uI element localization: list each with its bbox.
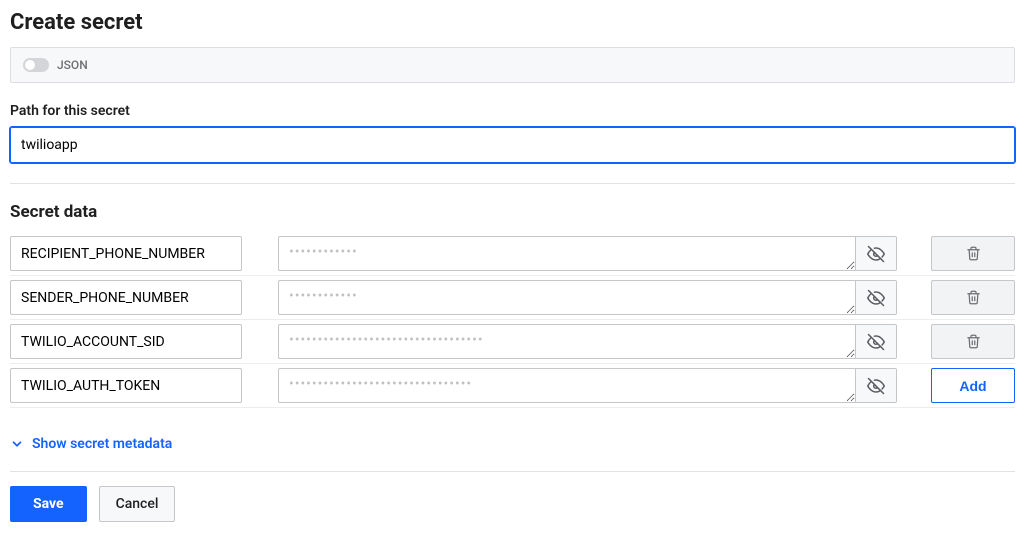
eye-off-icon <box>867 377 885 395</box>
row-action <box>931 280 1015 315</box>
secret-value-wrap <box>278 368 897 403</box>
secret-value-wrap <box>278 280 897 315</box>
eye-off-icon <box>867 245 885 263</box>
eye-off-icon <box>867 289 885 307</box>
json-toggle-bar: JSON <box>10 47 1015 83</box>
trash-icon <box>966 290 981 305</box>
trash-icon <box>966 246 981 261</box>
secret-key-input[interactable] <box>10 324 242 359</box>
reveal-button[interactable] <box>855 324 897 359</box>
secret-value-input[interactable] <box>278 324 855 359</box>
delete-row-button[interactable] <box>931 324 1015 359</box>
secret-data-title: Secret data <box>10 202 1015 222</box>
delete-row-button[interactable] <box>931 280 1015 315</box>
json-toggle-label: JSON <box>57 58 88 72</box>
path-section: Path for this secret <box>10 103 1015 184</box>
secret-row <box>10 276 1015 320</box>
secret-key-input[interactable] <box>10 368 242 403</box>
path-label: Path for this secret <box>10 103 1015 119</box>
reveal-button[interactable] <box>855 368 897 403</box>
cancel-button[interactable]: Cancel <box>99 486 176 522</box>
reveal-button[interactable] <box>855 280 897 315</box>
secret-row <box>10 320 1015 364</box>
save-button[interactable]: Save <box>10 486 87 522</box>
secret-row: Add <box>10 364 1015 408</box>
secret-value-input[interactable] <box>278 236 855 271</box>
secret-data-section: Secret data <box>10 202 1015 408</box>
secret-key-input[interactable] <box>10 280 242 315</box>
row-action: Add <box>931 368 1015 403</box>
delete-row-button[interactable] <box>931 236 1015 271</box>
actions-row: Save Cancel <box>10 486 1015 522</box>
show-metadata-label: Show secret metadata <box>32 436 172 452</box>
path-input[interactable] <box>10 127 1015 163</box>
add-row-button[interactable]: Add <box>931 368 1015 403</box>
row-action <box>931 324 1015 359</box>
json-toggle[interactable] <box>23 58 49 72</box>
page-title: Create secret <box>10 10 1015 35</box>
trash-icon <box>966 334 981 349</box>
secret-value-wrap <box>278 236 897 271</box>
show-metadata-toggle[interactable]: Show secret metadata <box>10 436 172 452</box>
secret-row <box>10 236 1015 276</box>
secret-value-input[interactable] <box>278 280 855 315</box>
toggle-knob <box>25 60 35 70</box>
chevron-down-icon <box>10 437 24 451</box>
row-action <box>931 236 1015 271</box>
secret-value-input[interactable] <box>278 368 855 403</box>
secret-value-wrap <box>278 324 897 359</box>
reveal-button[interactable] <box>855 236 897 271</box>
eye-off-icon <box>867 333 885 351</box>
metadata-section: Show secret metadata <box>10 436 1015 472</box>
secret-key-input[interactable] <box>10 236 242 271</box>
